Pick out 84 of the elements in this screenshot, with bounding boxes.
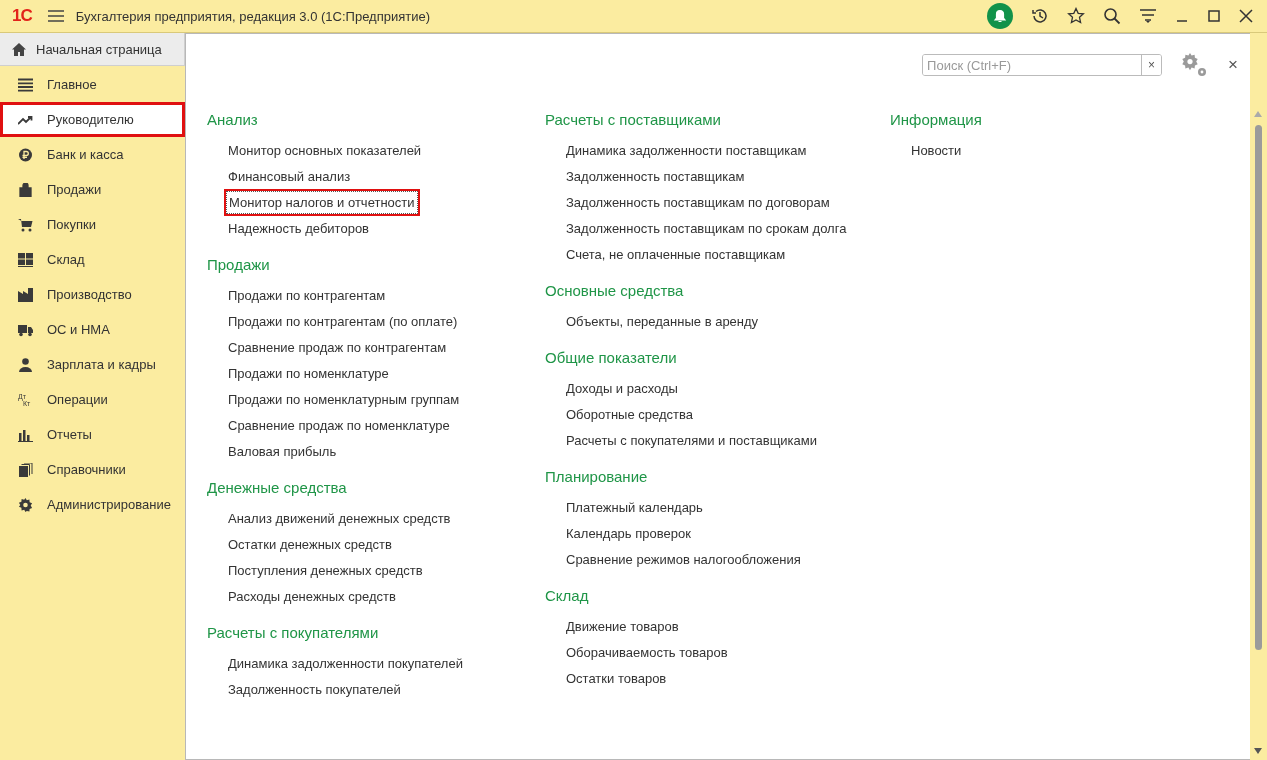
report-link[interactable]: Остатки денежных средств [226, 533, 394, 555]
report-link[interactable]: Оборотные средства [564, 403, 695, 425]
settings-icon[interactable] [1180, 53, 1209, 77]
sidebar-item[interactable]: Отчеты [0, 417, 185, 452]
report-link[interactable]: Задолженность покупателей [226, 678, 403, 700]
report-link[interactable]: Продажи по номенклатуре [226, 362, 391, 384]
history-icon[interactable] [1031, 7, 1049, 25]
factory-icon [18, 287, 33, 302]
report-link[interactable]: Расходы денежных средств [226, 585, 398, 607]
star-icon[interactable] [1067, 7, 1085, 25]
app-logo: 1С [12, 6, 32, 26]
section-heading: Планирование [545, 467, 649, 487]
close-icon[interactable] [1239, 9, 1253, 23]
cart-icon [18, 217, 33, 232]
report-link[interactable]: Финансовый анализ [226, 165, 353, 187]
sidebar-item[interactable]: Производство [0, 277, 185, 312]
section-heading: Продажи [207, 255, 271, 275]
report-link[interactable]: Доходы и расходы [564, 377, 680, 399]
section-heading: Анализ [207, 110, 259, 130]
sidebar-item[interactable]: Банк и касса [0, 137, 185, 172]
report-link[interactable]: Остатки товаров [564, 667, 669, 689]
sidebar-item[interactable]: Зарплата и кадры [0, 347, 185, 382]
report-link[interactable]: Анализ движений денежных средств [226, 507, 453, 529]
report-link[interactable]: Задолженность поставщикам по срокам долга [564, 217, 849, 239]
sidebar-item[interactable]: Администрирование [0, 487, 185, 522]
report-link[interactable]: Продажи по номенклатурным группам [226, 388, 462, 410]
search-icon[interactable] [1103, 7, 1121, 25]
sidebar-item[interactable]: ОС и НМА [0, 312, 185, 347]
scrollbar-thumb[interactable] [1254, 125, 1262, 650]
report-link[interactable]: Продажи по контрагентам (по оплате) [226, 310, 460, 332]
notification-bell-icon[interactable] [987, 3, 1013, 29]
grid-icon [18, 252, 33, 267]
truck-icon [18, 322, 33, 337]
home-tab[interactable]: Начальная страница [0, 33, 185, 66]
report-link[interactable]: Сравнение режимов налогообложения [564, 548, 803, 570]
section-heading: Информация [890, 110, 982, 130]
report-link[interactable]: Новости [909, 139, 964, 161]
ruble-coin-icon [18, 147, 33, 162]
section-heading: Общие показатели [545, 348, 678, 368]
report-link[interactable]: Продажи по контрагентам [226, 284, 388, 306]
report-link[interactable]: Счета, не оплаченные поставщикам [564, 243, 788, 265]
sidebar-item[interactable]: Покупки [0, 207, 185, 242]
report-link[interactable]: Задолженность поставщикам по договорам [564, 191, 832, 213]
sidebar-item[interactable]: Руководителю [0, 102, 185, 137]
menu-icon[interactable] [47, 10, 64, 22]
report-link[interactable]: Сравнение продаж по номенклатуре [226, 414, 452, 436]
shopping-bag-icon [18, 182, 33, 197]
sidebar-item[interactable]: Главное [0, 67, 185, 102]
report-link[interactable]: Динамика задолженности покупателей [226, 652, 465, 674]
report-link[interactable]: Динамика задолженности поставщикам [564, 139, 809, 161]
section-heading: Денежные средства [207, 478, 348, 498]
books-icon [18, 462, 33, 477]
report-link[interactable]: Движение товаров [564, 615, 681, 637]
report-link[interactable]: Монитор налогов и отчетности [226, 190, 418, 214]
report-link[interactable]: Оборачиваемость товаров [564, 641, 730, 663]
report-link[interactable]: Расчеты с покупателями и поставщиками [564, 429, 819, 451]
clear-search-button[interactable]: × [1141, 55, 1162, 75]
report-link[interactable]: Календарь проверок [564, 522, 693, 544]
person-icon [18, 357, 33, 372]
close-button[interactable]: × [1222, 55, 1244, 75]
report-link[interactable]: Платежный календарь [564, 496, 705, 518]
search-field[interactable]: Поиск (Ctrl+F) × [922, 54, 1163, 76]
report-link[interactable]: Объекты, переданные в аренду [564, 310, 761, 332]
list-icon [18, 77, 33, 92]
gear-icon [18, 497, 33, 512]
section-heading: Основные средства [545, 281, 685, 301]
window-title: Бухгалтерия предприятия, редакция 3.0 (1С:Предприятие) [75, 8, 430, 24]
report-link[interactable]: Задолженность поставщикам [564, 165, 747, 187]
section-heading: Расчеты с покупателями [207, 623, 380, 643]
home-icon [12, 42, 26, 56]
bar-chart-icon [18, 427, 33, 442]
report-link[interactable]: Валовая прибыль [226, 440, 339, 462]
scroll-down-icon[interactable] [1254, 748, 1262, 754]
sidebar-item[interactable]: Справочники [0, 452, 185, 487]
sidebar-item[interactable]: Склад [0, 242, 185, 277]
section-heading: Расчеты с поставщиками [545, 110, 722, 130]
report-link[interactable]: Поступления денежных средств [226, 559, 425, 581]
report-link[interactable]: Надежность дебиторов [226, 217, 371, 239]
maximize-icon[interactable] [1207, 9, 1221, 23]
sidebar-item[interactable]: Продажи [0, 172, 185, 207]
report-link[interactable]: Сравнение продаж по контрагентам [226, 336, 449, 358]
settings-lines-icon[interactable] [1139, 8, 1157, 24]
report-link[interactable]: Монитор основных показателей [226, 139, 424, 161]
section-heading: Склад [545, 586, 590, 606]
